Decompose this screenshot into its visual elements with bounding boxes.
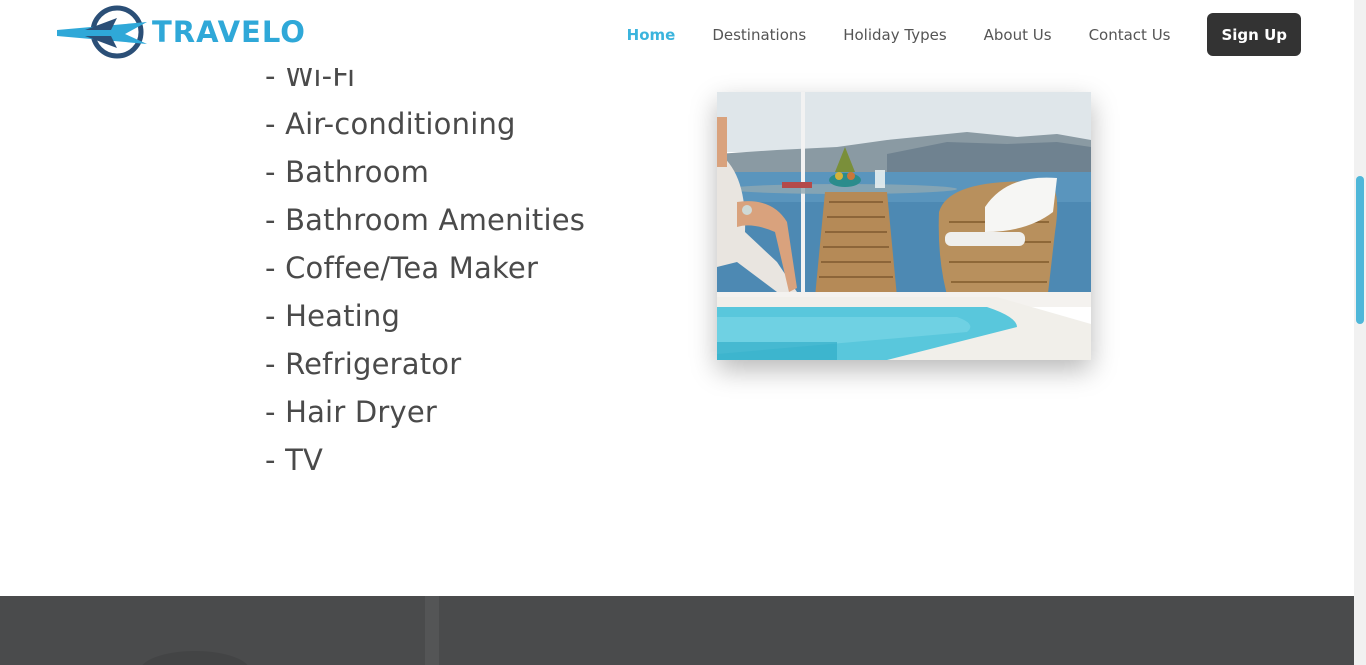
amenity-item-bathroom: - Bathroom (265, 155, 430, 189)
page: TRAVELO Home Destinations Holiday Types … (0, 0, 1366, 665)
amenity-item-tv: - TV (265, 443, 324, 477)
logo[interactable]: TRAVELO (55, 4, 325, 60)
amenity-item-coffee-tea-maker: - Coffee/Tea Maker (265, 251, 539, 285)
sign-up-button[interactable]: Sign Up (1207, 13, 1301, 56)
logo-text: TRAVELO (152, 15, 306, 49)
plane-logo-icon (57, 5, 147, 59)
amenities-list: - Wi-Fi - Air-conditioning - Bathroom - … (265, 52, 585, 484)
amenity-item-air-conditioning: - Air-conditioning (265, 107, 516, 141)
banner-decor (140, 651, 250, 665)
nav-item-about-us[interactable]: About Us (984, 26, 1052, 44)
nav-item-contact-us[interactable]: Contact Us (1089, 26, 1171, 44)
hotel-photo (717, 92, 1091, 360)
banner-decor (425, 596, 439, 665)
amenity-item-refrigerator: - Refrigerator (265, 347, 462, 381)
amenity-item-heating: - Heating (265, 299, 401, 333)
nav-item-holiday-types[interactable]: Holiday Types (843, 26, 946, 44)
amenity-item-hair-dryer: - Hair Dryer (265, 395, 438, 429)
site-header: TRAVELO Home Destinations Holiday Types … (0, 0, 1354, 68)
poolside-terrace-image (717, 92, 1091, 360)
page-scrollbar[interactable] (1354, 0, 1366, 665)
amenity-item-bathroom-amenities: - Bathroom Amenities (265, 203, 586, 237)
main-nav: Home Destinations Holiday Types About Us… (590, 13, 1301, 56)
nav-item-destinations[interactable]: Destinations (712, 26, 806, 44)
nav-item-home[interactable]: Home (627, 26, 676, 44)
dark-banner-section (0, 596, 1354, 665)
scrollbar-thumb[interactable] (1356, 176, 1364, 324)
